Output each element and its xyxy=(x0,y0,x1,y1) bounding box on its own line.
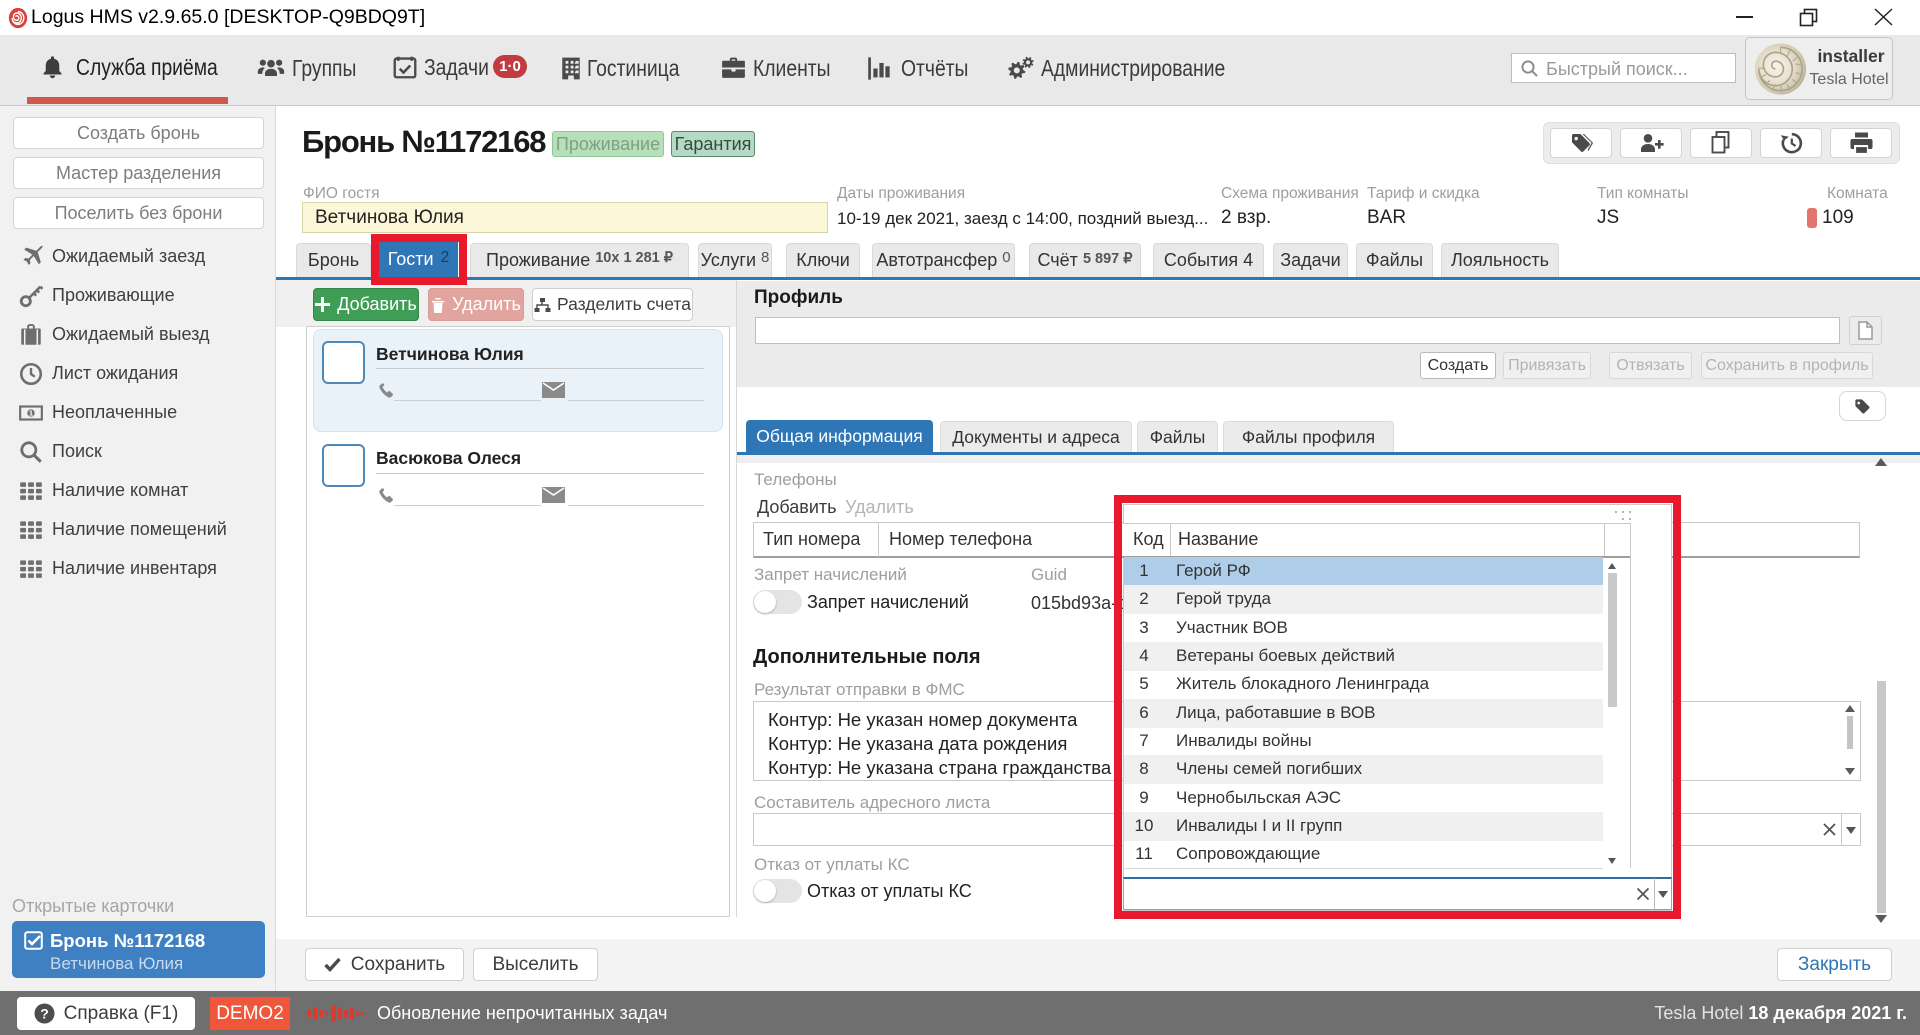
svg-text:?: ? xyxy=(40,1006,49,1022)
svg-text:1: 1 xyxy=(29,408,33,417)
